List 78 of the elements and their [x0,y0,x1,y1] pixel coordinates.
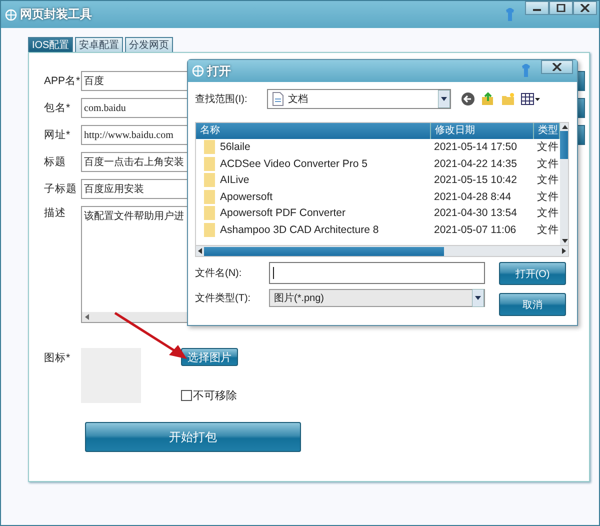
scroll-thumb[interactable] [204,246,444,256]
tab[interactable]: 安卓配置 [75,37,124,52]
folder-icon [204,156,215,171]
close-icon [552,63,562,71]
file-name[interactable]: ACDSee Video Converter Pro 5 [220,158,368,170]
file-type-dropdown[interactable]: 图片(*.png) [269,289,485,307]
back-arrow-icon [461,92,475,106]
file-type: 文件 [536,156,560,171]
close-icon [580,4,590,12]
field-label: 子标题 [44,182,78,196]
field-label: APP名* [44,74,81,88]
modified-date: 2021-05-15 10:42 [433,174,518,186]
tab[interactable]: IOS配置 [28,37,74,52]
maximize-button[interactable] [549,1,573,15]
back-button[interactable] [459,91,477,107]
horizontal-scrollbar[interactable] [195,245,569,257]
field-label: 图标* [44,351,72,365]
scroll-left-icon [84,313,90,321]
folder-icon [204,206,215,220]
folder-icon [204,173,215,188]
globe-icon [5,8,17,20]
look-in-dropdown[interactable]: 文档 [267,89,451,109]
look-in-label: 查找范围(I): [195,92,248,106]
file-type: 文件 [536,173,560,188]
cancel-button[interactable]: 取消 [499,293,566,316]
file-name[interactable]: AILive [220,174,250,186]
choose-image-button[interactable]: 选择图片 [181,348,238,366]
document-icon [272,92,284,106]
checkbox[interactable] [181,390,192,401]
checkbox-label: 不可移除 [193,389,237,403]
file-type: 文件 [536,190,560,204]
field-label: 描述 [44,206,67,220]
shirt-icon [503,8,517,22]
close-button[interactable] [573,1,597,15]
globe-icon [192,65,204,77]
field-label: 标题 [44,155,67,169]
dropdown-arrow-icon [438,90,450,108]
maximize-icon [556,4,566,12]
file-type: 文件 [536,222,560,237]
close-button[interactable] [541,60,573,74]
grid-view-icon [521,92,541,106]
modified-date: 2021-04-28 8:44 [433,190,512,203]
modified-date: 2021-05-14 17:50 [433,141,518,154]
file-type-label: 文件类型(T): [195,292,252,305]
file-name[interactable]: 56laile [220,141,250,154]
folder-icon [204,222,215,237]
scroll-down-icon [560,237,568,245]
column-header[interactable]: 修改日期 [431,123,534,139]
dialog-title: 打开 [207,62,231,80]
file-type: 文件 [536,140,560,154]
modified-date: 2021-05-07 11:06 [433,224,518,236]
scroll-right-icon [560,247,568,255]
file-name-field[interactable] [269,262,485,284]
start-packaging-button[interactable]: 开始打包 [85,422,301,452]
shirt-icon [519,64,533,78]
field-label: 网址* [44,128,72,142]
tab[interactable]: 分发网页 [125,37,174,52]
field-label: 包名* [44,101,72,115]
file-name[interactable]: Apowersoft PDF Converter [220,207,346,220]
dropdown-arrow-icon [472,289,484,307]
modified-date: 2021-04-22 14:35 [433,158,518,170]
window-title: 网页封装工具 [20,6,92,23]
folder-icon [204,190,215,204]
minimize-button[interactable] [525,1,549,15]
new-folder-icon [501,92,515,106]
file-name[interactable]: Ashampoo 3D CAD Architecture 8 [220,224,379,236]
folder-icon [204,140,215,154]
folder-up-icon [481,92,495,106]
open-button[interactable]: 打开(O) [499,262,566,285]
scroll-thumb[interactable] [560,131,568,159]
file-name[interactable]: Apowersoft [220,190,273,203]
modified-date: 2021-04-30 13:54 [433,207,518,220]
vertical-scrollbar[interactable] [560,123,568,245]
scroll-left-icon [196,247,204,255]
file-name-label: 文件名(N): [195,266,243,280]
file-type: 文件 [536,206,560,220]
column-header[interactable]: 名称 [196,123,431,139]
view-menu-button[interactable] [519,91,543,107]
